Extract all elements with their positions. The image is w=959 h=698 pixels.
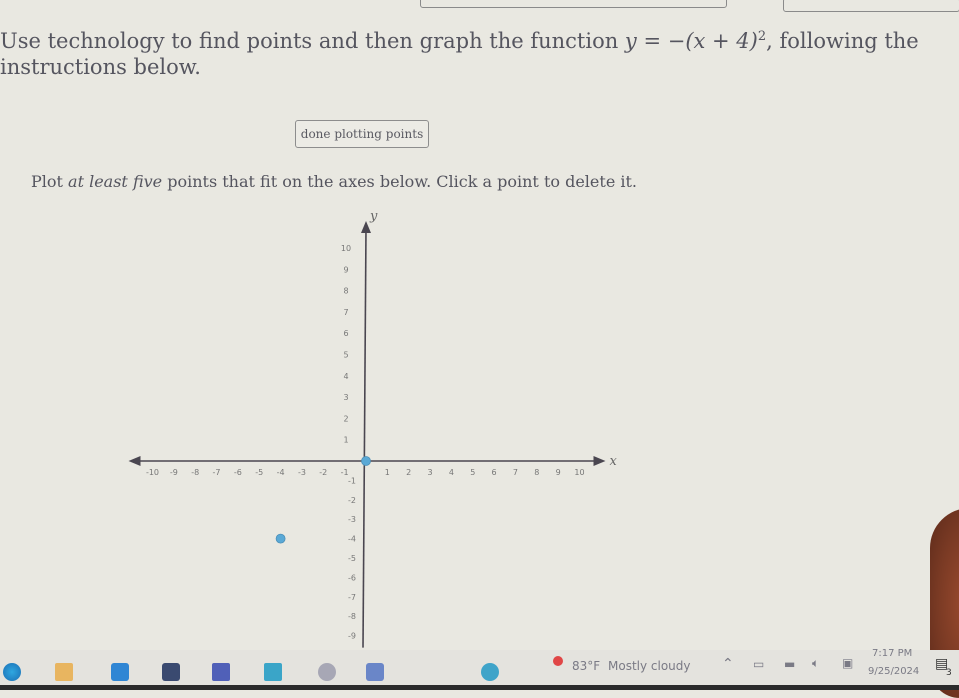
display-icon[interactable]: ▣: [842, 656, 853, 670]
x-tick-label: 7: [513, 468, 518, 477]
x-tick-label: 2: [406, 468, 411, 477]
plotted-point[interactable]: [361, 456, 371, 466]
meet-now-icon[interactable]: ▭: [753, 657, 764, 671]
x-tick-label: -3: [298, 468, 306, 477]
y-tick-label: -6: [348, 573, 356, 582]
y-tick-label: -3: [348, 515, 356, 524]
notification-count: 3: [946, 668, 952, 678]
coordinate-plane[interactable]: x y -10 -9 -8 -7 -6 -5 -4 -3 -2 -1 1 2 3 4 5 6 7 8 9 10 1 2 3 4 5 6…: [0, 0, 959, 660]
y-tick-label: 7: [343, 308, 348, 317]
battery-icon[interactable]: ▬: [784, 657, 795, 671]
edge-icon[interactable]: [3, 663, 21, 681]
weather-temp[interactable]: 83°F: [572, 659, 600, 673]
x-tick-label: -9: [170, 468, 178, 477]
volume-icon[interactable]: 🔈︎: [812, 656, 819, 671]
x-tick-label: -10: [146, 468, 159, 477]
y-tick-label: 3: [343, 393, 348, 402]
y-tick-label: 10: [341, 244, 351, 253]
y-axis-label: y: [369, 209, 378, 224]
dropbox-icon[interactable]: [162, 663, 180, 681]
y-tick-label: 8: [343, 287, 348, 296]
globe-icon[interactable]: [318, 663, 336, 681]
y-tick-label: -4: [348, 535, 356, 544]
x-tick-label: -2: [319, 468, 327, 477]
y-axis: [362, 227, 367, 648]
y-tick-label: -5: [348, 554, 356, 563]
x-tick-label: -7: [213, 468, 221, 477]
y-tick-label: 2: [343, 414, 348, 423]
chevron-up-icon[interactable]: ⌃: [722, 656, 734, 672]
x-tick-label: 1: [385, 468, 390, 477]
x-axis-left-arrow: [128, 456, 141, 466]
y-tick-label: 6: [343, 329, 348, 338]
y-tick-label: -7: [348, 593, 356, 602]
y-tick-label: -2: [348, 496, 356, 505]
x-tick-label: 4: [449, 468, 454, 477]
y-tick-label: 9: [343, 265, 348, 274]
x-axis-label: x: [610, 454, 618, 469]
teams-icon[interactable]: [366, 663, 384, 681]
help-icon[interactable]: [481, 663, 499, 681]
plotted-point[interactable]: [275, 533, 286, 544]
x-tick-label: -5: [255, 468, 263, 477]
x-tick-label: 10: [574, 468, 584, 477]
x-tick-label: 3: [428, 468, 433, 477]
clock-time[interactable]: 7:17 PM: [872, 648, 912, 659]
x-axis-right-arrow: [593, 456, 606, 466]
app-s-icon[interactable]: [212, 663, 230, 681]
y-tick-label: -9: [348, 632, 356, 641]
store-icon[interactable]: [111, 663, 129, 681]
mail-icon[interactable]: [264, 663, 282, 681]
clock-date[interactable]: 9/25/2024: [868, 666, 919, 677]
weather-desc[interactable]: Mostly cloudy: [608, 659, 691, 673]
x-tick-label: 5: [470, 468, 475, 477]
file-explorer-icon[interactable]: [55, 663, 73, 681]
y-tick-label: -1: [348, 476, 356, 485]
y-tick-label: -8: [348, 612, 356, 621]
x-tick-label: -4: [277, 468, 285, 477]
x-tick-label: 9: [556, 468, 561, 477]
x-tick-label: -8: [191, 468, 199, 477]
weather-alert-icon[interactable]: [553, 656, 563, 666]
x-tick-label: 8: [534, 468, 539, 477]
x-tick-label: 6: [492, 468, 497, 477]
y-tick-label: 5: [343, 351, 348, 360]
taskbar-edge: [0, 685, 959, 690]
x-tick-label: -6: [234, 468, 242, 477]
y-tick-label: 4: [343, 372, 348, 381]
y-tick-label: 1: [343, 436, 348, 445]
